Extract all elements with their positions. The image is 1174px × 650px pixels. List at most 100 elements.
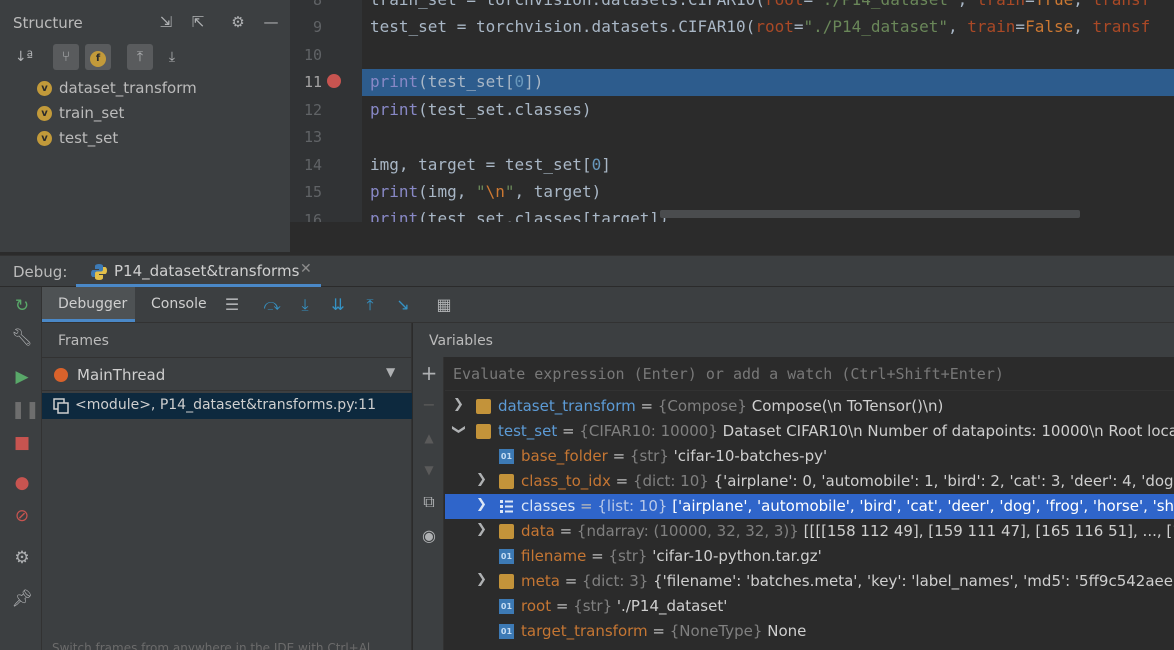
- minimize-icon[interactable]: —: [261, 11, 281, 33]
- variable-row[interactable]: 01 root = {str} './P14_dataset': [445, 594, 1174, 619]
- show-fields-icon[interactable]: f: [85, 44, 111, 70]
- horizontal-scrollbar[interactable]: [660, 210, 1080, 218]
- line-number: 15: [303, 183, 322, 201]
- copy-icon[interactable]: ⧉: [418, 491, 440, 513]
- mute-breakpoints-icon[interactable]: ⊘: [11, 505, 33, 527]
- move-up-icon[interactable]: ▲: [418, 427, 440, 449]
- autoscroll-to-source-icon[interactable]: ⤒: [127, 44, 153, 70]
- line-number: 10: [303, 46, 322, 64]
- variable-value: './P14_dataset': [616, 597, 728, 615]
- line-number: 13: [303, 128, 322, 146]
- string-icon: 01: [499, 549, 514, 564]
- thread-selector[interactable]: MainThread ▼: [42, 357, 412, 391]
- debug-action-strip: ↻ 🔧︎ ▶ ❚❚ ■ ● ⊘ ⚙ 📌︎: [0, 287, 42, 650]
- settings-icon[interactable]: ⚙: [11, 547, 33, 569]
- breakpoint-icon[interactable]: [327, 74, 341, 88]
- resume-icon[interactable]: ▶: [11, 366, 33, 388]
- show-inherited-icon[interactable]: ⑂: [53, 44, 79, 70]
- variable-row[interactable]: 01 base_folder = {str} 'cifar-10-batches…: [445, 444, 1174, 469]
- variable-name: test_set: [498, 422, 558, 440]
- variable-icon: v: [37, 105, 52, 121]
- code-line: print(test_set.classes): [370, 100, 592, 119]
- code-line: print(test_set[0]): [370, 72, 544, 91]
- move-down-icon[interactable]: ▼: [418, 459, 440, 481]
- tab-debugger[interactable]: Debugger: [42, 287, 135, 322]
- variable-icon: v: [37, 80, 52, 96]
- variable-name: data: [521, 522, 555, 540]
- debug-session-tab[interactable]: P14_dataset&transforms ✕: [76, 256, 321, 287]
- expand-arrow-icon[interactable]: ❯: [476, 522, 487, 537]
- pin-icon[interactable]: 📌︎: [11, 588, 33, 610]
- variable-type: {dict: 10}: [632, 472, 709, 490]
- collapse-all-icon[interactable]: ⇱: [188, 11, 208, 33]
- add-watch-icon[interactable]: +: [418, 362, 440, 384]
- rerun-icon[interactable]: ↻: [11, 295, 33, 317]
- variable-row[interactable]: 01 filename = {str} 'cifar-10-python.tar…: [445, 544, 1174, 569]
- wrench-icon[interactable]: 🔧︎: [11, 327, 33, 349]
- code-line: test_set = torchvision.datasets.CIFAR10(…: [370, 17, 1151, 36]
- variables-side-toolbar: + − ▲ ▼ ⧉ ◉: [413, 357, 444, 650]
- collapse-arrow-icon[interactable]: ❯: [451, 424, 466, 435]
- step-into-icon[interactable]: ⇊: [327, 294, 349, 316]
- expand-all-icon[interactable]: ⇲: [156, 11, 176, 33]
- frames-panel: Frames MainThread ▼ <module>, P14_datase…: [42, 323, 412, 650]
- code-editor[interactable]: 8 9 10 11 12 13 14 15 16 train_set = tor…: [290, 0, 1174, 222]
- evaluate-expression-icon[interactable]: ▦: [433, 294, 455, 316]
- variables-panel: Variables + − ▲ ▼ ⧉ ◉ ❯ dataset_transfor…: [413, 323, 1174, 650]
- variables-header: Variables: [413, 323, 1174, 357]
- structure-item[interactable]: v train_set: [37, 102, 124, 124]
- run-to-cursor-icon[interactable]: ↘: [392, 294, 414, 316]
- sort-alphabetically-icon[interactable]: ↓ª: [11, 44, 37, 70]
- structure-item-label: train_set: [59, 104, 125, 122]
- variable-row[interactable]: ❯ dataset_transform = {Compose} Compose(…: [445, 394, 1174, 419]
- variable-type: {Compose}: [657, 397, 747, 415]
- expand-arrow-icon[interactable]: ❯: [476, 497, 487, 512]
- variable-row[interactable]: ❯ class_to_idx = {dict: 10} {'airplane':…: [445, 469, 1174, 494]
- variable-type: {list: 10}: [597, 497, 668, 515]
- autoscroll-from-source-icon[interactable]: ⤓: [159, 44, 185, 70]
- thread-status-icon: [54, 368, 68, 382]
- eye-icon[interactable]: ◉: [418, 525, 440, 547]
- variable-value: {'filename': 'batches.meta', 'key': 'lab…: [653, 572, 1174, 590]
- evaluate-expression-input[interactable]: [453, 363, 1153, 385]
- tab-console[interactable]: Console: [135, 287, 220, 322]
- string-icon: 01: [499, 599, 514, 614]
- variable-value: 'cifar-10-python.tar.gz': [652, 547, 822, 565]
- variable-value: 'cifar-10-batches-py': [673, 447, 828, 465]
- frame-icon: [53, 398, 69, 414]
- menu-icon[interactable]: ☰: [221, 294, 243, 316]
- tab-console-label: Console: [151, 296, 207, 312]
- chevron-down-icon[interactable]: ▼: [386, 365, 395, 379]
- show-execution-point-icon[interactable]: ⤼: [261, 294, 283, 316]
- step-out-icon[interactable]: ⤒: [359, 294, 381, 316]
- view-breakpoints-icon[interactable]: ●: [11, 472, 33, 494]
- code-line: img, target = test_set[0]: [370, 155, 611, 174]
- evaluate-expression-bar[interactable]: [445, 357, 1174, 391]
- structure-panel: Structure ⇲ ⇱ ⚙ — ↓ª ⑂ f ⤒ ⤓ v dataset_t…: [0, 0, 290, 252]
- debug-label: Debug:: [13, 263, 68, 281]
- variable-row[interactable]: ❯ test_set = {CIFAR10: 10000} Dataset CI…: [445, 419, 1174, 444]
- variable-name: classes: [521, 497, 576, 515]
- frame-item[interactable]: <module>, P14_dataset&transforms.py:11: [42, 393, 412, 419]
- expand-arrow-icon[interactable]: ❯: [476, 572, 487, 587]
- ndarray-icon: [499, 524, 514, 539]
- expand-arrow-icon[interactable]: ❯: [453, 397, 464, 412]
- step-over-icon[interactable]: ⤓: [294, 294, 316, 316]
- variable-type: {NoneType}: [669, 622, 763, 640]
- structure-item[interactable]: v test_set: [37, 127, 118, 149]
- gear-icon[interactable]: ⚙: [228, 11, 248, 33]
- remove-watch-icon[interactable]: −: [418, 394, 440, 416]
- pause-icon[interactable]: ❚❚: [11, 399, 40, 421]
- structure-item-label: dataset_transform: [59, 79, 197, 97]
- structure-item[interactable]: v dataset_transform: [37, 77, 197, 99]
- variable-value: None: [767, 622, 807, 640]
- variable-row[interactable]: 01 target_transform = {NoneType} None: [445, 619, 1174, 644]
- variable-row[interactable]: ❯ data = {ndarray: (10000, 32, 32, 3)} […: [445, 519, 1174, 544]
- variable-name: meta: [521, 572, 560, 590]
- line-gutter[interactable]: 8 9 10 11 12 13 14 15 16: [290, 0, 362, 222]
- variable-row-selected[interactable]: ❯ classes = {list: 10} ['airplane', 'aut…: [445, 494, 1174, 519]
- close-icon[interactable]: ✕: [300, 261, 312, 277]
- expand-arrow-icon[interactable]: ❯: [476, 472, 487, 487]
- stop-icon[interactable]: ■: [11, 432, 33, 454]
- variable-row[interactable]: ❯ meta = {dict: 3} {'filename': 'batches…: [445, 569, 1174, 594]
